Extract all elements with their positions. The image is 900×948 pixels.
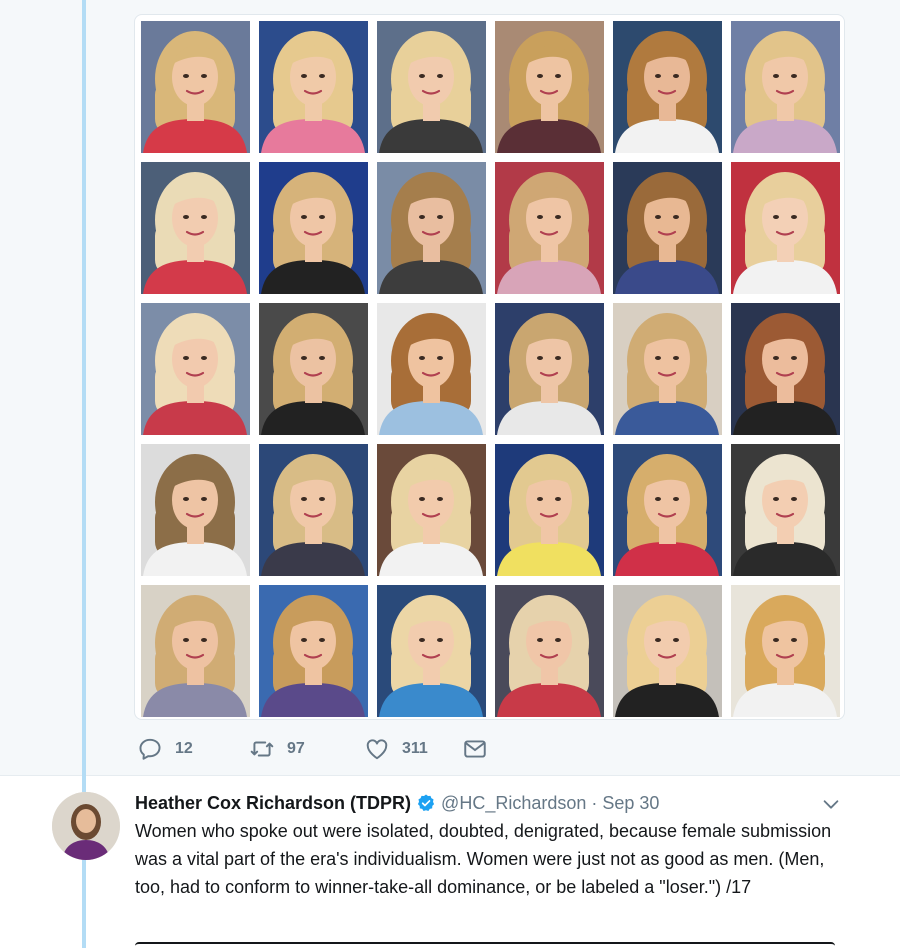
photo-thumbnail[interactable]	[731, 303, 840, 435]
portrait-image	[495, 21, 604, 153]
photo-thumbnail[interactable]	[141, 444, 250, 576]
tweet-timestamp[interactable]: Sep 30	[602, 793, 659, 814]
photo-thumbnail[interactable]	[731, 585, 840, 717]
retweet-button[interactable]: 97	[249, 736, 364, 762]
portrait-image	[613, 303, 722, 435]
portrait-image	[731, 444, 840, 576]
tweet-text: Women who spoke out were isolated, doubt…	[135, 821, 832, 897]
separator-dot: ·	[591, 792, 598, 813]
portrait-image	[377, 444, 486, 576]
portrait-image	[259, 444, 368, 576]
verified-badge-icon	[417, 794, 435, 811]
photo-thumbnail[interactable]	[731, 162, 840, 294]
photo-thumbnail[interactable]	[613, 585, 722, 717]
portrait-image	[259, 162, 368, 294]
photo-thumbnail[interactable]	[613, 303, 722, 435]
photo-thumbnail[interactable]	[613, 444, 722, 576]
reply-icon	[139, 738, 161, 760]
photo-grid	[141, 21, 840, 717]
photo-thumbnail[interactable]	[259, 585, 368, 717]
photo-thumbnail[interactable]	[377, 444, 486, 576]
like-button[interactable]: 311	[364, 736, 462, 762]
chevron-down-icon[interactable]	[820, 793, 842, 815]
heart-icon	[366, 739, 388, 760]
portrait-image	[731, 21, 840, 153]
portrait-image	[141, 444, 250, 576]
portrait-image	[613, 444, 722, 576]
photo-thumbnail[interactable]	[377, 162, 486, 294]
portrait-image	[495, 303, 604, 435]
photo-thumbnail[interactable]	[141, 585, 250, 717]
author-handle[interactable]: @HC_Richardson	[441, 793, 586, 814]
portrait-image	[259, 303, 368, 435]
portrait-image	[613, 21, 722, 153]
thread-line-top	[82, 0, 86, 775]
photo-thumbnail[interactable]	[259, 21, 368, 153]
direct-message-button[interactable]	[462, 736, 488, 762]
portrait-image	[141, 585, 250, 717]
avatar-portrait	[52, 792, 120, 860]
reply-button[interactable]: 12	[137, 736, 249, 762]
portrait-image	[377, 21, 486, 153]
photo-thumbnail[interactable]	[377, 303, 486, 435]
portrait-image	[377, 162, 486, 294]
portrait-image	[141, 303, 250, 435]
portrait-image	[377, 585, 486, 717]
envelope-icon	[464, 740, 486, 758]
photo-thumbnail[interactable]	[495, 444, 604, 576]
portrait-image	[259, 21, 368, 153]
portrait-image	[731, 585, 840, 717]
photo-thumbnail[interactable]	[377, 585, 486, 717]
photo-thumbnail[interactable]	[495, 303, 604, 435]
portrait-image	[495, 585, 604, 717]
photo-thumbnail[interactable]	[259, 303, 368, 435]
portrait-image	[141, 21, 250, 153]
photo-thumbnail[interactable]	[495, 162, 604, 294]
photo-thumbnail[interactable]	[731, 21, 840, 153]
author-name[interactable]: Heather Cox Richardson (TDPR)	[135, 793, 411, 814]
photo-thumbnail[interactable]	[141, 303, 250, 435]
portrait-image	[377, 303, 486, 435]
photo-thumbnail[interactable]	[259, 162, 368, 294]
photo-thumbnail[interactable]	[259, 444, 368, 576]
portrait-image	[613, 585, 722, 717]
reply-count: 12	[175, 740, 193, 757]
tweet-media[interactable]	[134, 14, 845, 720]
photo-thumbnail[interactable]	[141, 162, 250, 294]
photo-thumbnail[interactable]	[141, 21, 250, 153]
photo-thumbnail[interactable]	[613, 21, 722, 153]
portrait-image	[613, 162, 722, 294]
portrait-image	[495, 444, 604, 576]
photo-thumbnail[interactable]	[731, 444, 840, 576]
retweet-count: 97	[287, 740, 305, 757]
tweet-header: Heather Cox Richardson (TDPR) @HC_Richar…	[135, 789, 870, 817]
thread-line-bottom-upper	[82, 775, 86, 792]
portrait-image	[259, 585, 368, 717]
portrait-image	[731, 162, 840, 294]
tweet-actions: 12 97 311	[137, 734, 488, 764]
retweet-icon	[250, 741, 274, 757]
thread-line-bottom-lower	[82, 860, 86, 948]
avatar[interactable]	[52, 792, 120, 860]
next-item-edge	[135, 942, 835, 948]
photo-thumbnail[interactable]	[613, 162, 722, 294]
like-count: 311	[402, 740, 428, 757]
portrait-image	[731, 303, 840, 435]
photo-thumbnail[interactable]	[495, 21, 604, 153]
photo-thumbnail[interactable]	[495, 585, 604, 717]
photo-thumbnail[interactable]	[377, 21, 486, 153]
portrait-image	[141, 162, 250, 294]
portrait-image	[495, 162, 604, 294]
